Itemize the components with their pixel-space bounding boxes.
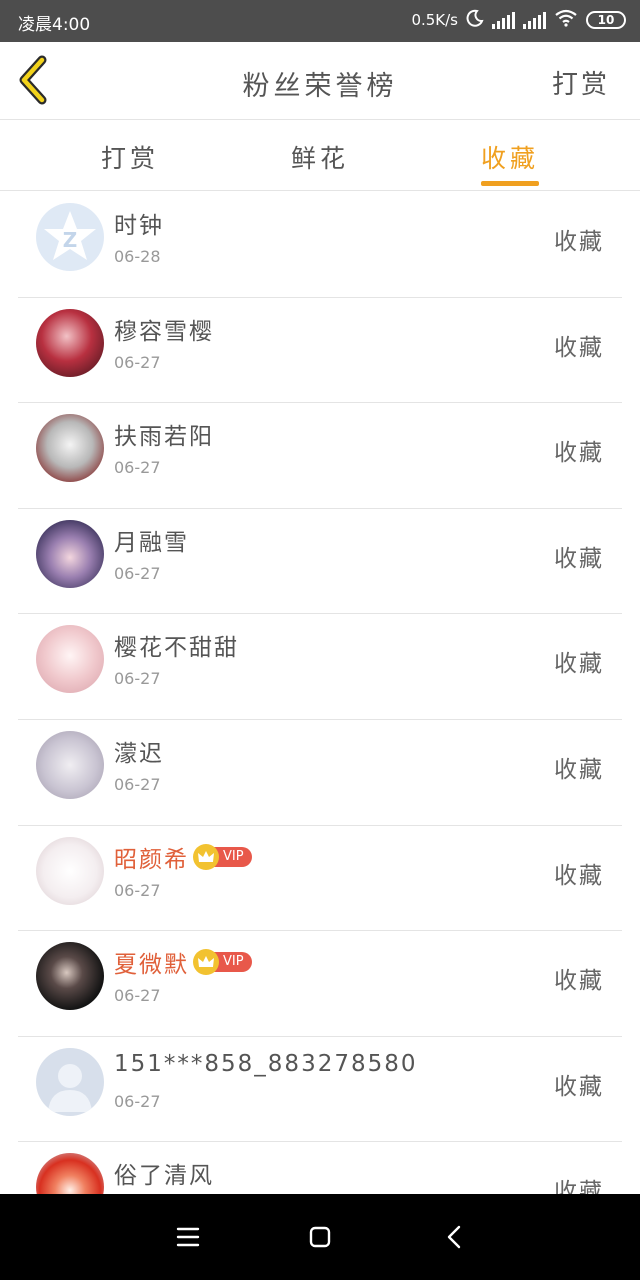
svg-text:Z: Z <box>63 228 78 252</box>
signal-icon <box>492 11 515 29</box>
network-speed: 0.5K/s <box>411 11 458 29</box>
avatar <box>36 308 104 377</box>
fan-name: 俗了清风 <box>114 1163 214 1190</box>
list-item[interactable]: 穆容雪樱 06-27 收藏 <box>0 298 640 404</box>
avatar: Z <box>36 203 104 271</box>
fan-action: 收藏 <box>554 968 604 995</box>
fan-action: 收藏 <box>554 1073 604 1100</box>
tab-favorites-label: 收藏 <box>480 144 539 173</box>
fan-name: 昭颜希 VIP <box>114 840 252 874</box>
status-bar: 凌晨4:00 0.5K/s 10 <box>0 0 640 42</box>
avatar <box>36 942 104 1011</box>
fan-date: 06-27 <box>114 880 161 900</box>
moon-icon <box>466 9 484 31</box>
fan-name: 时钟 <box>114 213 164 239</box>
avatar <box>36 730 104 799</box>
avatar <box>36 836 104 905</box>
fan-action: 收藏 <box>554 545 604 572</box>
vip-badge: VIP <box>193 843 252 870</box>
list-item[interactable]: 濛迟 06-27 收藏 <box>0 720 640 826</box>
fan-action: 收藏 <box>554 229 604 255</box>
fan-date: 06-27 <box>114 669 161 689</box>
fan-name: 穆容雪樱 <box>114 318 214 345</box>
back-nav-icon <box>447 1225 461 1249</box>
fan-action: 收藏 <box>554 334 604 361</box>
fan-date: 06-27 <box>114 563 161 583</box>
avatar <box>36 1047 104 1116</box>
fan-name: 夏微默 VIP <box>114 945 252 979</box>
avatar <box>36 414 104 483</box>
crown-icon <box>193 949 219 976</box>
fan-action: 收藏 <box>554 651 604 678</box>
fan-list[interactable]: Z 时钟 06-28 收藏 穆容雪樱 06-27 收藏 扶雨若阳 06-27 收… <box>0 192 640 1194</box>
default-person-avatar-icon <box>48 1063 92 1112</box>
fan-action: 收藏 <box>554 756 604 783</box>
wifi-icon <box>554 9 578 31</box>
fan-name: 151***858_883278580 <box>114 1050 418 1077</box>
status-icons: 0.5K/s 10 <box>411 9 626 31</box>
fan-date: 06-28 <box>114 247 161 266</box>
fan-date: 06-27 <box>114 352 161 372</box>
tab-reward[interactable]: 打赏 <box>70 139 190 175</box>
fan-date: 06-27 <box>114 1091 161 1111</box>
avatar <box>36 1153 104 1194</box>
fan-name-text: 昭颜希 <box>114 846 189 873</box>
fan-name: 濛迟 <box>114 740 164 767</box>
default-star-avatar-icon: Z <box>44 211 96 260</box>
list-item[interactable]: 月融雪 06-27 收藏 <box>0 509 640 615</box>
fan-action: 收藏 <box>554 1179 604 1194</box>
page-title: 粉丝荣誉榜 <box>242 71 398 102</box>
list-item[interactable]: 昭颜希 VIP 06-27 收藏 <box>0 826 640 932</box>
list-item[interactable]: 夏微默 VIP 06-27 收藏 <box>0 931 640 1037</box>
menu-button[interactable] <box>173 1222 203 1252</box>
reward-button[interactable]: 打赏 <box>552 64 610 101</box>
system-nav-bar <box>0 1194 640 1280</box>
home-button[interactable] <box>305 1222 335 1252</box>
fan-name-text: 夏微默 <box>114 952 189 979</box>
fan-date: 06-27 <box>114 986 161 1006</box>
active-tab-indicator <box>481 181 539 186</box>
fan-action: 收藏 <box>554 440 604 467</box>
title-bar: 粉丝荣誉榜 打赏 <box>0 42 640 120</box>
list-item[interactable]: 151***858_883278580 06-27 收藏 <box>0 1037 640 1143</box>
tab-flowers[interactable]: 鲜花 <box>260 139 380 175</box>
fan-date: 06-27 <box>114 774 161 794</box>
vip-badge: VIP <box>193 949 252 976</box>
tab-bar: 打赏 鲜花 收藏 <box>0 121 640 191</box>
back-nav-button[interactable] <box>440 1222 470 1252</box>
menu-icon <box>176 1227 200 1247</box>
list-item[interactable]: Z 时钟 06-28 收藏 <box>0 192 640 298</box>
fan-action: 收藏 <box>554 862 604 889</box>
battery-icon: 10 <box>586 11 626 29</box>
home-icon <box>309 1226 331 1248</box>
fan-name: 月融雪 <box>114 529 189 556</box>
crown-icon <box>193 843 219 870</box>
list-item[interactable]: 樱花不甜甜 06-27 收藏 <box>0 614 640 720</box>
avatar <box>36 625 104 694</box>
fan-name: 樱花不甜甜 <box>114 635 239 662</box>
tab-favorites[interactable]: 收藏 <box>450 139 570 186</box>
status-time: 凌晨4:00 <box>18 15 91 35</box>
hd-signal-icon <box>523 11 546 29</box>
list-item[interactable]: 俗了清风 收藏 <box>0 1142 640 1194</box>
avatar <box>36 519 104 588</box>
list-item[interactable]: 扶雨若阳 06-27 收藏 <box>0 403 640 509</box>
fan-name: 扶雨若阳 <box>114 424 214 451</box>
fan-date: 06-27 <box>114 458 161 478</box>
